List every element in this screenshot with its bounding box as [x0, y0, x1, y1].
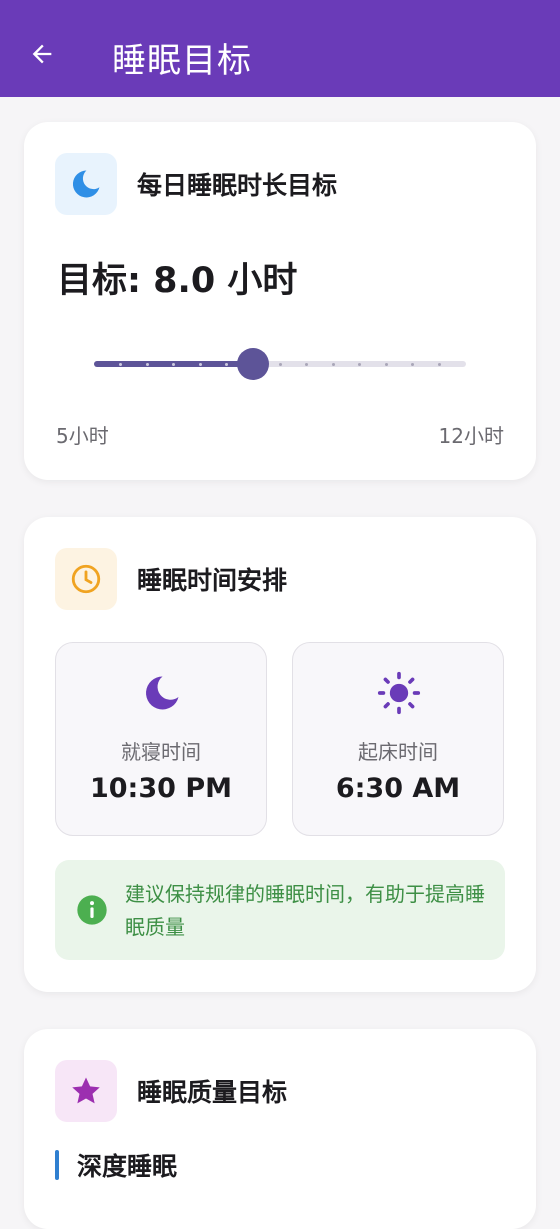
- slider-tick: [331, 363, 335, 366]
- duration-card: 每日睡眠时长目标 目标: 8.0 小时 5小时 12小时: [24, 122, 536, 480]
- slider-tick: [384, 363, 388, 366]
- page-title: 睡眠目标: [112, 41, 252, 81]
- slider-tick: [278, 363, 282, 366]
- deep-sleep-indicator: [55, 1150, 59, 1180]
- duration-icon-tile: [55, 153, 117, 215]
- moon-icon: [146, 676, 179, 710]
- wake-time-picker[interactable]: 起床时间 6:30 AM: [292, 642, 504, 836]
- duration-card-title: 每日睡眠时长目标: [137, 171, 338, 200]
- quality-card-title: 睡眠质量目标: [137, 1078, 288, 1107]
- goal-value: 目标: 8.0 小时: [57, 261, 298, 301]
- slider-thumb[interactable]: [237, 348, 270, 380]
- deep-sleep-label: 深度睡眠: [77, 1152, 178, 1181]
- bedtime-label: 就寝时间: [121, 740, 201, 764]
- quality-icon-tile: [55, 1060, 117, 1122]
- sun-icon: [377, 671, 421, 715]
- wake-time-label: 起床时间: [358, 740, 438, 764]
- slider-tick: [198, 363, 202, 366]
- tip-banner: 建议保持规律的睡眠时间，有助于提高睡眠质量: [55, 860, 505, 960]
- star-icon: [72, 1077, 100, 1104]
- slider-tick: [437, 363, 441, 366]
- app-bar: 睡眠目标: [0, 0, 560, 97]
- schedule-card-header: 睡眠时间安排: [55, 548, 287, 610]
- schedule-icon-tile: [55, 548, 117, 610]
- tip-text: 建议保持规律的睡眠时间，有助于提高睡眠质量: [125, 882, 485, 939]
- quality-card-header: 睡眠质量目标: [55, 1060, 287, 1122]
- slider-max-label: 12小时: [438, 424, 504, 448]
- duration-card-header: 每日睡眠时长目标: [55, 153, 337, 215]
- arrow-left-icon: [32, 44, 52, 64]
- bedtime-picker[interactable]: 就寝时间 10:30 PM: [55, 642, 267, 836]
- schedule-card-title: 睡眠时间安排: [137, 566, 288, 595]
- info-icon: [77, 895, 107, 925]
- quality-card: 睡眠质量目标 深度睡眠: [24, 1029, 536, 1229]
- schedule-card: 睡眠时间安排 就寝时间 10:30 PM 起床时间 6:30 AM 建议保持规律…: [24, 517, 536, 992]
- clock-icon: [71, 564, 101, 594]
- moon-icon: [72, 170, 100, 198]
- wake-time-value: 6:30 AM: [335, 773, 461, 804]
- deep-sleep-row: 深度睡眠: [55, 1147, 177, 1183]
- bedtime-value: 10:30 PM: [89, 773, 232, 804]
- back-button[interactable]: [22, 34, 62, 74]
- slider-min-label: 5小时: [56, 424, 109, 448]
- slider-tick: [145, 363, 149, 366]
